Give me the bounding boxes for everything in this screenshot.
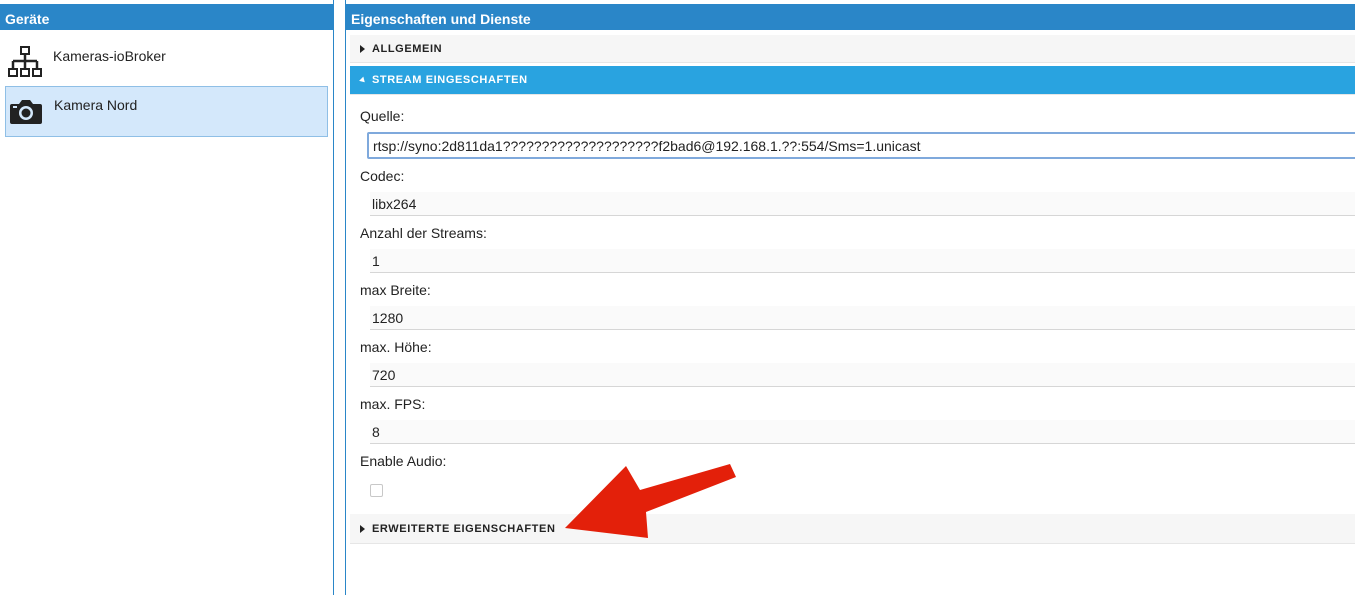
- audio-checkbox[interactable]: [370, 484, 383, 497]
- max-height-input[interactable]: 720: [370, 363, 1355, 387]
- device-label: Kamera Nord: [54, 97, 138, 113]
- section-stream[interactable]: STREAM EINGESCHAFTEN: [350, 66, 1355, 95]
- red-arrow-annotation: [565, 464, 736, 538]
- max-width-input[interactable]: 1280: [370, 306, 1355, 330]
- max-fps-input[interactable]: 8: [370, 420, 1355, 444]
- camera-icon: [6, 87, 46, 135]
- codec-input[interactable]: libx264: [370, 192, 1355, 216]
- devices-panel: Geräte Kameras-ioBroker Kamera Nord: [0, 0, 334, 595]
- source-input[interactable]: rtsp://syno:2d811da1????????????????????…: [367, 132, 1355, 159]
- max-height-label: max. Höhe:: [360, 339, 432, 355]
- section-stream-label: STREAM EINGESCHAFTEN: [372, 74, 528, 86]
- device-label: Kameras-ioBroker: [53, 48, 166, 64]
- device-item-kamera-nord[interactable]: Kamera Nord: [5, 86, 328, 137]
- caret-down-icon: [359, 76, 367, 84]
- stream-form: Quelle: rtsp://syno:2d811da1????????????…: [350, 95, 1355, 497]
- properties-panel-header: Eigenschaften und Dienste: [346, 0, 1355, 30]
- streams-input[interactable]: 1: [370, 249, 1355, 273]
- properties-panel: Eigenschaften und Dienste ALLGEMEIN STRE…: [345, 0, 1355, 595]
- device-item-kameras-iobroker[interactable]: Kameras-ioBroker: [5, 38, 328, 86]
- codec-label: Codec:: [360, 168, 405, 184]
- source-label: Quelle:: [360, 108, 405, 124]
- max-width-label: max Breite:: [360, 282, 431, 298]
- section-erweitert-label: ERWEITERTE EIGENSCHAFTEN: [372, 522, 556, 535]
- devices-panel-header: Geräte: [0, 0, 333, 30]
- section-allgemein[interactable]: ALLGEMEIN: [350, 35, 1355, 63]
- audio-label: Enable Audio:: [360, 453, 447, 469]
- section-erweitert[interactable]: ERWEITERTE EIGENSCHAFTEN: [350, 514, 1355, 544]
- max-fps-label: max. FPS:: [360, 396, 426, 412]
- streams-label: Anzahl der Streams:: [360, 225, 487, 241]
- section-allgemein-label: ALLGEMEIN: [372, 42, 443, 55]
- panel-gap: [334, 0, 345, 595]
- network-tree-icon: [5, 38, 45, 86]
- caret-right-icon: [360, 524, 365, 533]
- caret-right-icon: [360, 44, 365, 53]
